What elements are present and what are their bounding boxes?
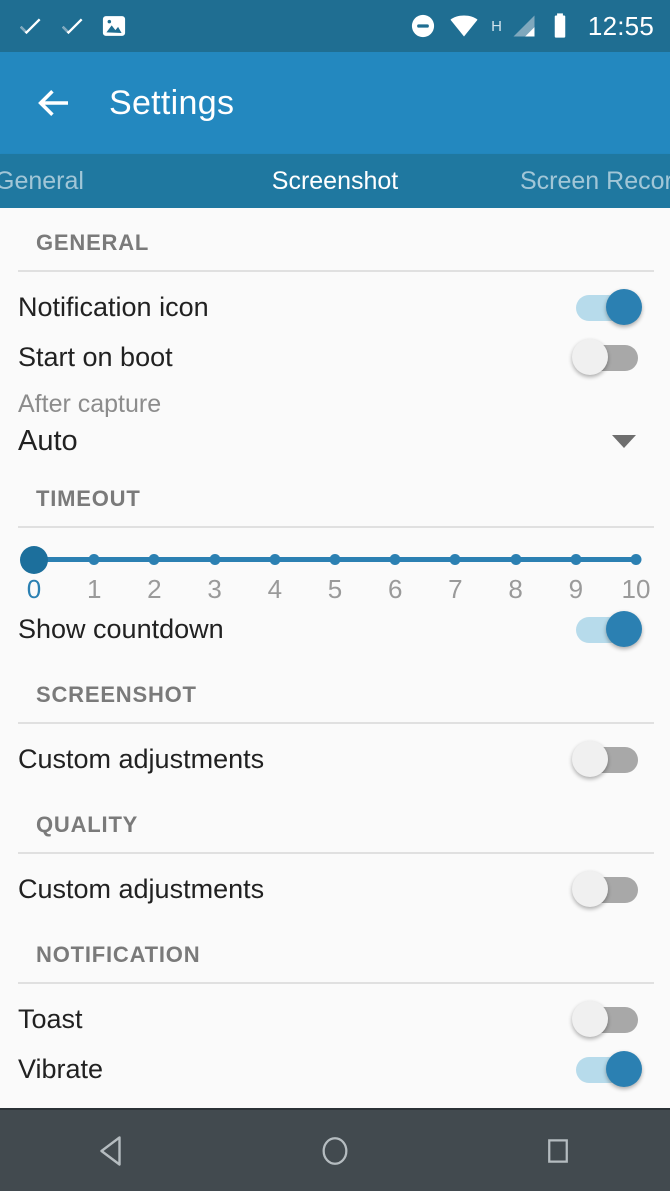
slider-tick[interactable]: [630, 554, 642, 565]
home-nav-button[interactable]: [290, 1109, 380, 1191]
toggle-thumb: [606, 289, 642, 325]
slider-tick-labels: 0 1 2 3 4 5 6 7 8 9 10: [20, 574, 651, 610]
row-toast[interactable]: Toast: [0, 994, 670, 1044]
section-header-timeout: TIMEOUT: [36, 486, 141, 511]
android-settings-screen: H 12:55 Settings General Screenshot Scre…: [0, 0, 670, 1191]
toggle-thumb: [606, 611, 642, 647]
tab-screenshot[interactable]: Screenshot: [190, 154, 480, 208]
section-header-screenshot: SCREENSHOT: [36, 682, 197, 707]
slider-tick-label: 1: [86, 574, 102, 604]
status-bar-right-icons: H 12:55: [409, 11, 654, 42]
dropdown-label: After capture: [18, 390, 162, 418]
triangle-left-icon: [99, 1135, 121, 1166]
dropdown-row: Auto: [18, 425, 646, 458]
section-header-quality: QUALITY: [36, 812, 139, 837]
do-not-disturb-icon: [411, 14, 435, 38]
slider-tick-label: 4: [267, 574, 283, 604]
slider-tick-label: 7: [448, 574, 463, 604]
section-header-general: GENERAL: [36, 230, 150, 255]
toggle-show-countdown[interactable]: [572, 609, 646, 649]
slider-timeout[interactable]: 0 1 2 3 4 5 6 7 8 9 10: [0, 528, 670, 610]
wifi-icon: [450, 15, 478, 37]
android-nav-bar: [0, 1108, 670, 1191]
check-icon: [61, 18, 83, 35]
slider-tick-label: 0: [26, 574, 42, 604]
image-icon: [102, 16, 126, 36]
slider-track[interactable]: [20, 546, 650, 574]
slider-tick[interactable]: [510, 554, 522, 565]
slider-tick-label: 9: [568, 574, 584, 604]
row-show-countdown[interactable]: Show countdown: [0, 604, 670, 654]
slider-tick-label: 2: [147, 574, 162, 604]
hspa-label: H: [491, 17, 502, 35]
slider-tick[interactable]: [329, 554, 341, 565]
row-start-on-boot[interactable]: Start on boot: [0, 332, 670, 382]
toggle-thumb: [606, 1051, 642, 1087]
back-nav-button[interactable]: [67, 1109, 157, 1191]
slider-thumb[interactable]: [20, 546, 48, 574]
slider-tick-label: 10: [621, 574, 651, 604]
toggle-vibrate[interactable]: [572, 1049, 646, 1089]
section-divider: [18, 852, 654, 854]
arrow-left-icon: [38, 90, 68, 116]
toggle-start-on-boot[interactable]: [572, 337, 646, 377]
row-label: Custom adjustments: [18, 873, 265, 904]
slider-tick-label: 5: [327, 574, 343, 604]
slider-tick[interactable]: [148, 554, 160, 565]
tab-screen-recorder[interactable]: Screen Recor: [480, 154, 670, 208]
dropdown-after-capture[interactable]: After capture Auto: [0, 382, 670, 458]
toggle-screenshot-custom-adjustments[interactable]: [572, 739, 646, 779]
toggle-thumb: [572, 339, 608, 375]
row-quality-custom-adjustments[interactable]: Custom adjustments: [0, 864, 670, 914]
row-label: Custom adjustments: [18, 743, 265, 774]
tab-bar: General Screenshot Screen Recor: [0, 154, 670, 208]
slider-tick-label: 6: [387, 574, 403, 604]
toggle-thumb: [572, 871, 608, 907]
page-title: Settings: [109, 83, 235, 122]
toggle-thumb: [572, 741, 608, 777]
row-label: Show countdown: [18, 613, 224, 644]
slider-tick[interactable]: [449, 554, 461, 565]
row-label: Notification icon: [18, 291, 209, 322]
status-bar-clock: 12:55: [587, 10, 654, 41]
square-icon: [548, 1138, 569, 1163]
chevron-down-icon: [612, 435, 636, 448]
row-screenshot-custom-adjustments[interactable]: Custom adjustments: [0, 734, 670, 784]
row-label: Vibrate: [18, 1053, 104, 1084]
settings-content: GENERAL Notification icon Start on boot …: [0, 208, 670, 1108]
toggle-thumb: [572, 1001, 608, 1037]
dropdown-value: Auto: [18, 425, 78, 457]
cellular-signal-icon: [513, 15, 535, 37]
app-bar: Settings: [0, 52, 670, 154]
back-button[interactable]: [26, 75, 82, 131]
slider-tick-label: 3: [207, 574, 222, 604]
toggle-notification-icon[interactable]: [572, 287, 646, 327]
circle-icon: [322, 1136, 348, 1165]
slider-tick[interactable]: [269, 554, 281, 565]
row-label: Toast: [18, 1003, 83, 1034]
row-vibrate[interactable]: Vibrate: [0, 1044, 670, 1094]
slider-tick[interactable]: [389, 554, 401, 565]
section-divider: [18, 982, 654, 984]
status-bar: H 12:55: [0, 0, 670, 52]
section-divider: [18, 722, 654, 724]
slider-tick[interactable]: [570, 554, 582, 565]
row-label: Start on boot: [18, 341, 173, 372]
status-bar-left-icons: [16, 12, 128, 40]
check-icon: [19, 18, 41, 35]
row-notification-icon[interactable]: Notification icon: [0, 282, 670, 332]
slider-tick-label: 8: [508, 574, 523, 604]
toggle-quality-custom-adjustments[interactable]: [572, 869, 646, 909]
tab-general[interactable]: General: [0, 154, 180, 208]
toggle-toast[interactable]: [572, 999, 646, 1039]
recents-nav-button[interactable]: [513, 1109, 603, 1191]
section-divider: [18, 270, 654, 272]
section-header-notification: NOTIFICATION: [36, 942, 201, 967]
battery-icon: [554, 13, 566, 38]
slider-tick[interactable]: [88, 554, 100, 565]
slider-tick[interactable]: [209, 554, 221, 565]
